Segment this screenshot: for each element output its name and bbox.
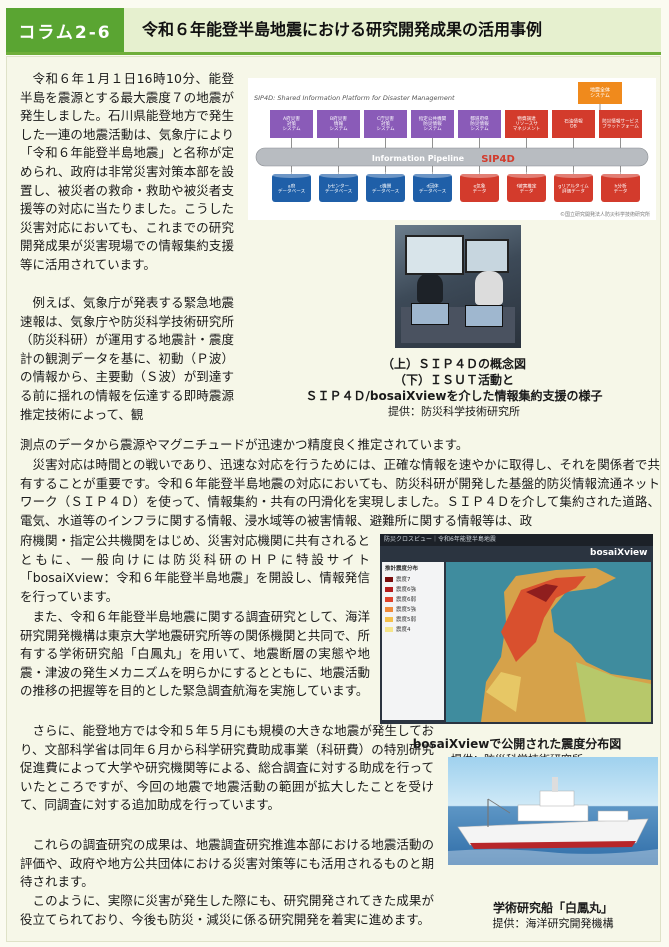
legend-swatch: [385, 576, 393, 582]
legend-item: 震度6弱: [382, 594, 444, 604]
paragraph-hakuho: また、令和６年能登半島地震に関する調査研究として、海洋研究開発機構は東京大学地震…: [20, 609, 370, 699]
bosaixview-logo: bosaiXview: [590, 548, 648, 558]
top-system-label: 地震全体システム: [590, 86, 610, 99]
legend-item: 震度5弱: [382, 614, 444, 624]
legend-label: 震度5弱: [396, 617, 416, 623]
sidebar-title: 推計震度分布: [385, 566, 419, 572]
isut-activity-photo: [395, 225, 521, 348]
database-label: e気象データ: [473, 182, 487, 194]
column-label: コラム2-6: [6, 8, 124, 52]
legend-swatch: [385, 626, 393, 632]
legend-list: 震度7 震度6強震度6弱震度5強震度5弱震度4: [382, 574, 444, 634]
laptop-2: [465, 305, 503, 327]
laptop: [411, 303, 449, 325]
legend-label: 震度6強: [396, 587, 416, 593]
legend-label: 震度4: [396, 627, 411, 633]
noto-peninsula-shape: [481, 568, 651, 722]
caption1-line1: （上）ＳＩＰ４Ｄの概念図: [381, 357, 526, 371]
paragraph-evaluation: これらの調査研究の成果は、地震調査研究推進本部における地震活動の評価や、政府や地…: [20, 837, 434, 890]
caption1-credit: 提供：防災科学技術研究所: [388, 405, 520, 418]
figure1-caption: （上）ＳＩＰ４Ｄの概念図 （下）ＩＳＵＴ活動と ＳＩＰ４Ｄ/bosaiXview…: [244, 356, 664, 420]
legend-item: 震度4: [382, 624, 444, 634]
legend-label: 震度7: [396, 577, 411, 583]
map-sidebar: 推計震度分布 震度7 震度6強震度6弱震度5強震度5弱震度4: [382, 562, 444, 720]
paragraph-sip4d-cont: 府機関・指定公共機関をはじめ、災害対応機関に共有されるとともに、一般向けには防災…: [20, 533, 371, 604]
caption1-line2: （下）ＩＳＵＴ活動と: [393, 373, 514, 387]
diagram-copyright: ©国立研究開発法人防災科学技術研究所: [560, 211, 650, 218]
pipeline-label: Information Pipeline: [372, 154, 465, 163]
legend-swatch: [385, 596, 393, 602]
bosaixview-map: 防災クロスビュー｜令和6年能登半島地震 bosaiXview 推計震度分布 震度…: [380, 534, 653, 724]
person-silhouette-2: [475, 271, 503, 305]
wall-screen-2: [465, 239, 509, 273]
caption3-credit: 提供：海洋研究開発機構: [492, 917, 614, 930]
system-label: 防災情報サービスプラットフォーム: [602, 117, 639, 129]
person-silhouette: [417, 273, 443, 303]
paragraph-eew-cont: 測点のデータから震源やマグニチュードが迅速かつ精度良く推定されています。: [20, 437, 469, 452]
sip4d-diagram: SIP4D: Shared Information Platform for D…: [248, 78, 656, 220]
diagram-title: SIP4D: Shared Information Platform for D…: [254, 94, 455, 102]
paragraph-eew: 例えば、気象庁が発表する緊急地震速報は、気象庁や防災科学技術研究所（防災科研）が…: [20, 295, 234, 422]
paragraph-intro: 令和６年１月１日16時10分、能登半島を震源とする最大震度７の地震が発生しました…: [20, 71, 234, 272]
column-header: コラム2-6 令和６年能登半島地震における研究開発成果の活用事例: [6, 8, 661, 55]
legend-swatch: [385, 606, 393, 612]
paragraph-kakenhi: さらに、能登地方では令和５年５月にも規模の大きな地震が発生しており、文部科学省は…: [20, 723, 434, 813]
legend-item: 震度7: [382, 574, 444, 584]
map-window-title: 防災クロスビュー｜令和6年能登半島地震: [380, 534, 653, 546]
database-label: bセンターデータベース: [325, 182, 353, 194]
page: コラム2-6 令和６年能登半島地震における研究開発成果の活用事例 令和６年１月１…: [0, 0, 669, 947]
legend-item: 震度5強: [382, 604, 444, 614]
paragraph-sip4d: 災害対応は時間との戦いであり、迅速な対応を行うためには、正確な情報を速やかに取得…: [20, 457, 660, 528]
wall-screen: [405, 235, 464, 275]
legend-swatch: [385, 616, 393, 622]
caption1-line3: ＳＩＰ４Ｄ/bosaiXviewを介した情報集約支援の様子: [305, 389, 603, 403]
system-label: 都道府県防災情報システム: [470, 115, 489, 132]
caption3-line1: 学術研究船「白鳳丸」: [492, 901, 613, 915]
database-label: h分析データ: [614, 182, 628, 194]
column-title: 令和６年能登半島地震における研究開発成果の活用事例: [142, 20, 543, 39]
caption2-line1: bosaiXviewで公開された震度分布図: [412, 737, 622, 751]
legend-label: 震度6弱: [396, 597, 416, 603]
paragraph-conclusion: このように、実際に災害が発生した際にも、研究開発されてきた成果が役立てられており…: [20, 893, 434, 927]
legend-label: 震度5強: [396, 607, 416, 613]
hakuho-maru-photo: [448, 757, 658, 865]
database-label: gリアルタイム評価データ: [558, 182, 589, 194]
legend-item: 震度6強: [382, 584, 444, 594]
figure3-caption: 学術研究船「白鳳丸」 提供：海洋研究開発機構: [446, 900, 660, 932]
legend-swatch: [385, 586, 393, 592]
sip4d-logo: SIP4D: [481, 154, 515, 165]
map-sea: [446, 562, 651, 722]
